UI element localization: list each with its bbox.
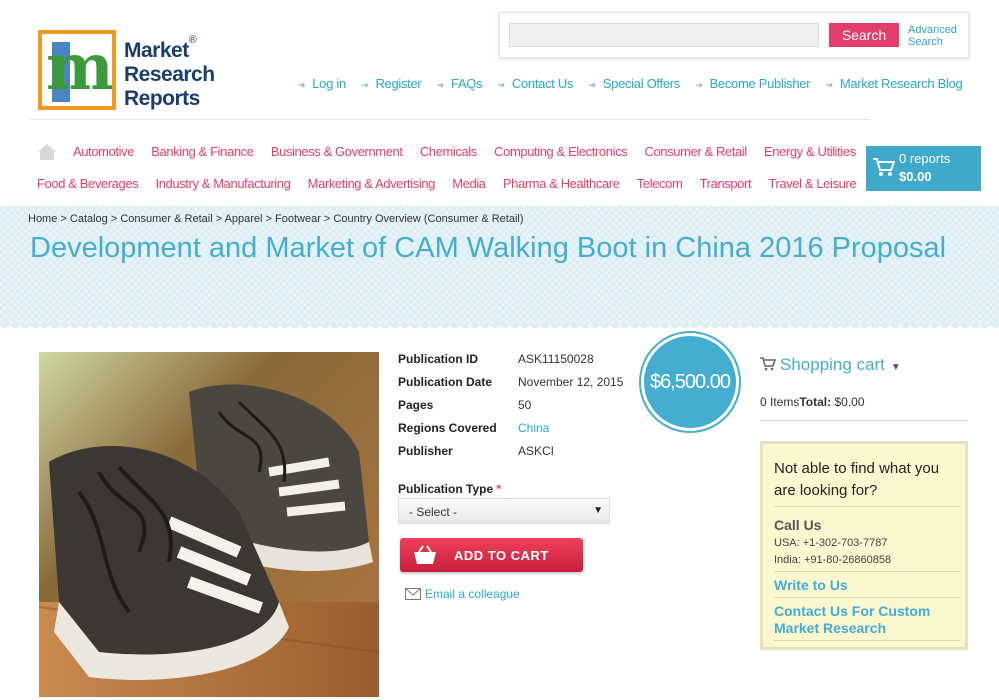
category-telecom[interactable]: Telecom <box>637 176 683 191</box>
help-question: Not able to find what you are looking fo… <box>774 460 940 499</box>
search-button[interactable]: Search <box>829 23 899 47</box>
cart-report-count: 0 reports <box>899 151 951 166</box>
add-to-cart-button[interactable]: ADD TO CART <box>400 538 583 572</box>
category-nav-row-2: Food & Beverages Industry & Manufacturin… <box>37 176 857 191</box>
region-link[interactable]: China <box>518 421 549 435</box>
category-consumer-retail[interactable]: Consumer & Retail <box>644 144 747 159</box>
page-title: Development and Market of CAM Walking Bo… <box>30 232 947 264</box>
site-logo[interactable]: m Market® Research Reports <box>38 30 218 112</box>
publication-details: Publication ID ASK11150028 Publication Da… <box>398 352 623 467</box>
category-computing-electronics[interactable]: Computing & Electronics <box>494 144 628 159</box>
publication-type-label: Publication Type * <box>398 482 502 496</box>
register-link[interactable]: Register <box>375 76 421 91</box>
price-badge: $6,500.00 <box>641 333 739 431</box>
write-to-us-link[interactable]: Write to Us <box>774 577 964 594</box>
publication-type-select[interactable]: - Select - ▼ <box>398 498 610 524</box>
category-transport[interactable]: Transport <box>700 176 752 191</box>
banner-scalloped-edge <box>0 324 999 332</box>
search-input[interactable] <box>509 23 819 47</box>
login-link[interactable]: Log in <box>312 76 346 91</box>
special-offers-link[interactable]: Special Offers <box>603 76 681 91</box>
category-automotive[interactable]: Automotive <box>73 144 134 159</box>
arrow-icon: ➔ <box>588 80 597 90</box>
category-food-beverages[interactable]: Food & Beverages <box>37 176 139 191</box>
category-travel-leisure[interactable]: Travel & Leisure <box>768 176 856 191</box>
usa-phone: USA: +1-302-703-7787 <box>774 537 888 549</box>
regions-row: Regions Covered China <box>398 421 550 435</box>
chevron-down-icon: ▼ <box>890 362 901 373</box>
category-nav-row-1: Automotive Banking & Finance Business & … <box>73 144 856 159</box>
category-industry-manufacturing[interactable]: Industry & Manufacturing <box>156 176 291 191</box>
become-publisher-link[interactable]: Become Publisher <box>710 76 811 91</box>
shopping-cart-heading[interactable]: Shopping cart ▼ <box>760 355 901 375</box>
cart-icon <box>760 357 777 371</box>
category-energy-utilities[interactable]: Energy & Utilities <box>764 144 856 159</box>
publisher-row: Publisher ASKCI <box>398 444 555 458</box>
home-icon[interactable] <box>37 143 57 161</box>
logo-letter: m <box>46 30 114 105</box>
sidebar-divider <box>760 420 968 421</box>
shopping-cart-summary: 0 ItemsTotal: $0.00 <box>760 395 865 409</box>
header-cart-button[interactable]: 0 reports $0.00 <box>866 146 981 191</box>
arrow-icon: ➔ <box>695 80 703 90</box>
category-chemicals[interactable]: Chemicals <box>420 144 477 159</box>
category-business-government[interactable]: Business & Government <box>271 144 403 159</box>
top-links: ➔ Log in ➔ Register ➔ FAQs ➔ Contact Us ➔ Spe… <box>298 76 963 91</box>
search-panel: Search Advanced Search <box>499 12 969 58</box>
publication-date-row: Publication Date November 12, 2015 <box>398 375 624 389</box>
arrow-icon: ➔ <box>298 80 306 90</box>
pages-row: Pages 50 <box>398 398 532 412</box>
publication-id-row: Publication ID ASK11150028 <box>398 352 594 366</box>
header-divider <box>30 119 870 120</box>
dropdown-caret-icon: ▼ <box>593 505 603 516</box>
category-pharma-healthcare[interactable]: Pharma & Healthcare <box>503 176 620 191</box>
arrow-icon: ➔ <box>436 80 445 90</box>
cart-icon <box>873 158 895 176</box>
contact-us-link[interactable]: Contact Us <box>512 76 574 91</box>
logo-mark: m <box>38 30 116 110</box>
logo-wordmark: Market® Research Reports <box>124 34 215 110</box>
breadcrumb[interactable]: Home > Catalog > Consumer & Retail > App… <box>28 213 524 225</box>
india-phone: India: +91-80-26860858 <box>774 554 892 566</box>
help-box: Not able to find what you are looking fo… <box>760 441 968 650</box>
arrow-icon: ➔ <box>497 80 506 90</box>
blog-link[interactable]: Market Research Blog <box>840 76 963 91</box>
category-banking-finance[interactable]: Banking & Finance <box>151 144 254 159</box>
arrow-icon: ➔ <box>361 80 369 90</box>
basket-icon <box>414 545 436 564</box>
arrow-icon: ➔ <box>825 80 834 90</box>
custom-research-link[interactable]: Contact Us For Custom Market Research <box>774 603 964 637</box>
category-marketing-advertising[interactable]: Marketing & Advertising <box>308 176 436 191</box>
title-banner: Home > Catalog > Consumer & Retail > App… <box>0 206 999 332</box>
email-colleague-link[interactable]: Email a colleague <box>405 587 520 601</box>
category-media[interactable]: Media <box>452 176 486 191</box>
product-image <box>39 352 379 697</box>
advanced-search-link[interactable]: Advanced Search <box>908 24 968 48</box>
envelope-icon <box>405 588 421 600</box>
cart-total: $0.00 <box>899 169 932 184</box>
faqs-link[interactable]: FAQs <box>451 76 483 91</box>
call-us-heading: Call Us <box>774 517 822 533</box>
